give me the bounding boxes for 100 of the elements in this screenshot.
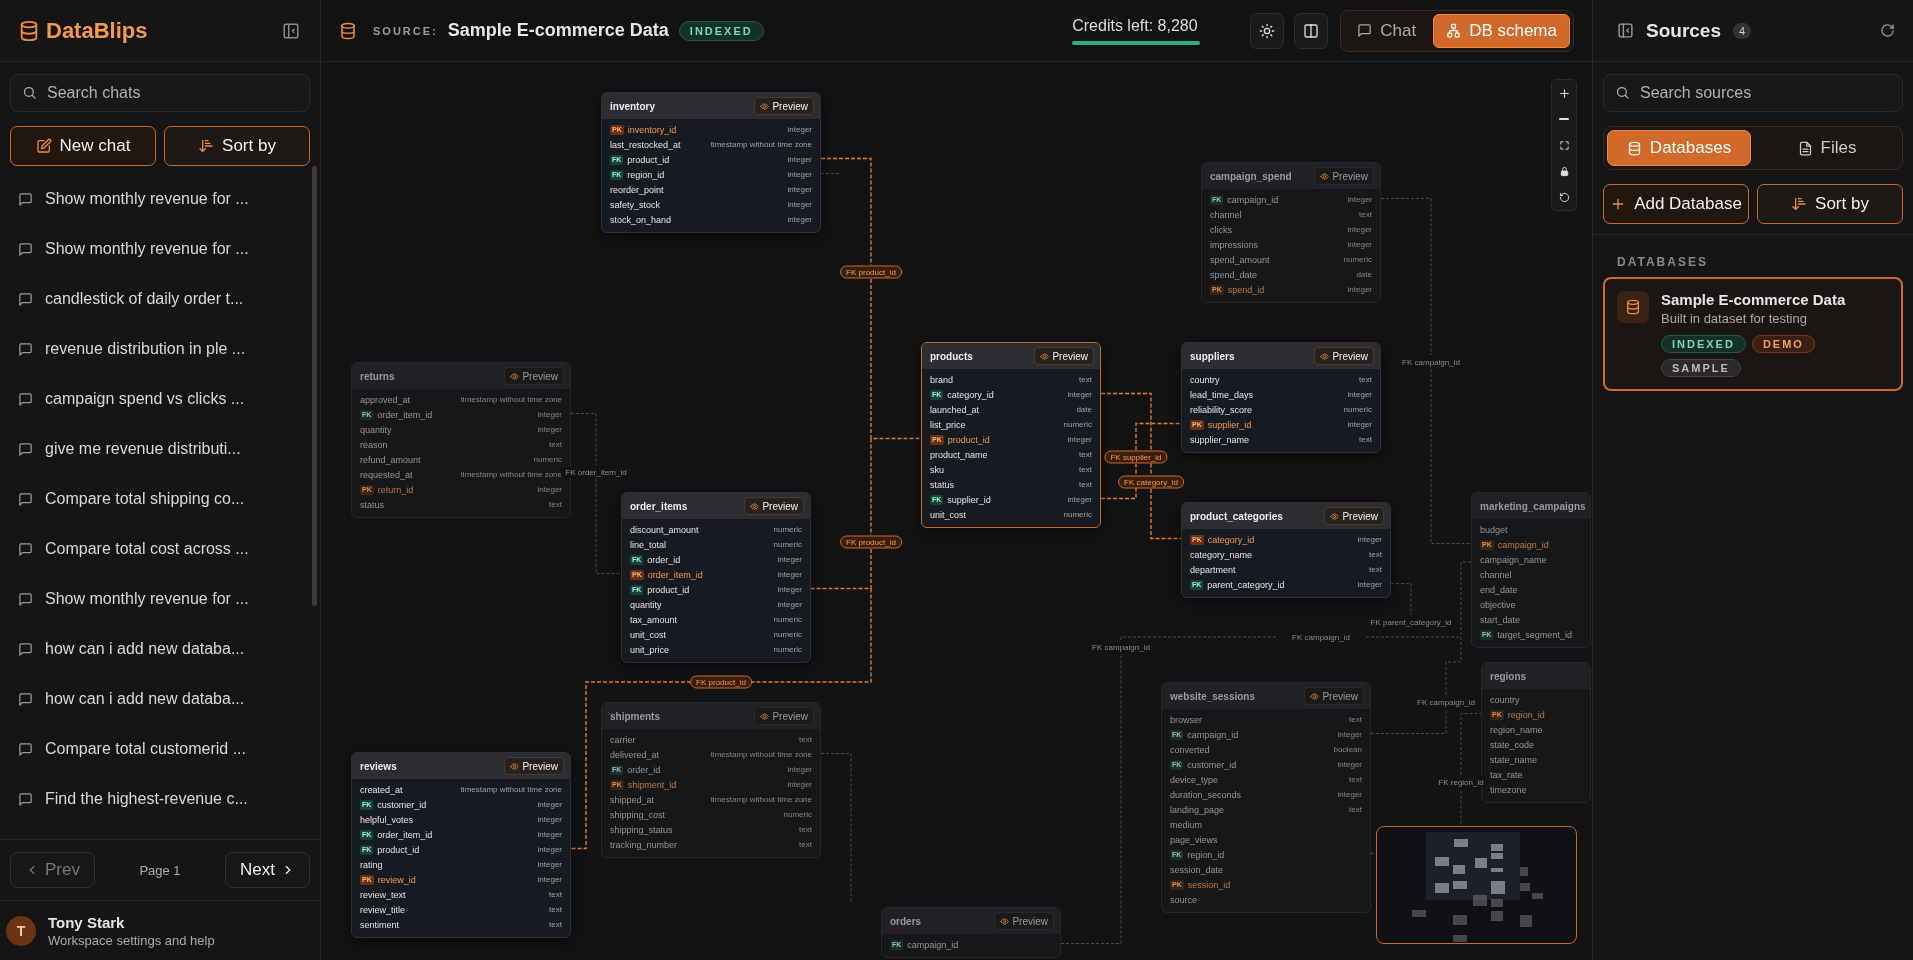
preview-button[interactable]: Preview: [1314, 167, 1374, 185]
column-type: integer: [777, 600, 802, 609]
column-type: integer: [787, 155, 812, 164]
column-type: integer: [1347, 225, 1372, 234]
chat-item[interactable]: give me revenue distributi...: [0, 424, 320, 474]
column-name: review_title: [360, 904, 406, 915]
user-avatar[interactable]: T: [6, 915, 36, 946]
preview-button[interactable]: Preview: [994, 912, 1054, 930]
chat-item[interactable]: campaign spend vs clicks ...: [0, 374, 320, 424]
sort-button[interactable]: Sort by: [164, 126, 310, 166]
source-tab[interactable]: Files: [1755, 130, 1899, 166]
user-name: Tony Stark: [48, 913, 126, 931]
column-name: customer_id: [377, 799, 427, 810]
table-name: product_categories: [1190, 510, 1283, 522]
table-card[interactable]: [601, 702, 821, 858]
column-name: unit_cost: [930, 509, 967, 520]
column-type: timestamp without time zone: [710, 140, 812, 149]
column-type: integer: [537, 485, 562, 494]
table-card[interactable]: [1161, 682, 1371, 913]
search-chats-field[interactable]: Search chats: [10, 74, 310, 112]
table-card[interactable]: [621, 492, 811, 663]
fit-view-icon: [1558, 139, 1570, 151]
column-type: integer: [1347, 390, 1372, 399]
next-page-button[interactable]: Next: [225, 852, 310, 888]
column-type: text: [1349, 775, 1362, 784]
column-name: region_name: [1490, 724, 1543, 735]
database-card[interactable]: Sample E-commerce Data Built in dataset for testing INDEXED DEMO SAMPLE: [1603, 277, 1903, 391]
column-name: channel: [1210, 209, 1242, 220]
preview-button[interactable]: Preview: [1324, 507, 1384, 525]
sort-button[interactable]: Sort by: [1757, 184, 1903, 224]
new-chat-button[interactable]: New chat: [10, 126, 156, 166]
preview-button[interactable]: Preview: [754, 97, 814, 115]
minus-icon: [1559, 118, 1569, 120]
column-type: numeric: [783, 810, 812, 819]
chat-item[interactable]: revenue distribution in ple ...: [0, 324, 320, 374]
chat-item[interactable]: Find the highest-revenue c...: [0, 774, 320, 824]
column-name: start_date: [1480, 614, 1521, 625]
preview-button[interactable]: Preview: [504, 757, 564, 775]
column-name: created_at: [360, 784, 403, 795]
minimap[interactable]: [1376, 826, 1577, 944]
chat-item[interactable]: candlestick of daily order t...: [0, 274, 320, 324]
database-icon: [1626, 140, 1642, 156]
column-name: target_segment_id: [1497, 629, 1572, 640]
database-description: Built in dataset for testing: [1661, 311, 1808, 326]
view-tab[interactable]: Chat: [1344, 13, 1430, 48]
preview-button[interactable]: Preview: [504, 367, 564, 385]
scrollbar[interactable]: [312, 166, 317, 606]
chat-item[interactable]: Show monthly revenue for ...: [0, 174, 320, 224]
plus-icon: [1557, 86, 1571, 100]
preview-button[interactable]: Preview: [1304, 687, 1364, 705]
chat-item[interactable]: Show monthly revenue for ...: [0, 574, 320, 624]
chat-item[interactable]: Show monthly revenue for ...: [0, 224, 320, 274]
preview-button[interactable]: Preview: [1034, 347, 1094, 365]
column-name: order_item_id: [377, 409, 433, 420]
chat-item[interactable]: Compare total cost across ...: [0, 524, 320, 574]
chat-item[interactable]: how can i add new databa...: [0, 674, 320, 724]
preview-button[interactable]: Preview: [1314, 347, 1374, 365]
preview-button[interactable]: Preview: [754, 707, 814, 725]
column-type: numeric: [1063, 420, 1092, 429]
column-type: numeric: [773, 630, 802, 639]
column-name: review_id: [377, 874, 416, 885]
column-type: text: [1359, 210, 1372, 219]
column-type: integer: [537, 800, 562, 809]
source-tab[interactable]: Databases: [1607, 130, 1751, 166]
column-name: unit_price: [630, 644, 670, 655]
add-database-button[interactable]: Add Database: [1603, 184, 1749, 224]
column-name: landing_page: [1170, 804, 1225, 815]
sort-icon: [198, 138, 215, 154]
chat-bubble-icon: [18, 591, 33, 607]
column-type: integer: [777, 555, 802, 564]
column-name: end_date: [1480, 584, 1518, 595]
chat-item[interactable]: Compare total shipping co...: [0, 474, 320, 524]
column-name: session_id: [1187, 879, 1231, 890]
preview-button[interactable]: Preview: [744, 497, 804, 515]
theme-toggle-button[interactable]: [1250, 12, 1285, 49]
layout-toggle-button[interactable]: [1294, 12, 1329, 49]
search-sources-field[interactable]: Search sources: [1603, 74, 1903, 112]
column-name: return_id: [377, 484, 414, 495]
eye-icon: [750, 501, 760, 511]
table-name: inventory: [610, 100, 655, 112]
column-name: product_id: [947, 434, 990, 445]
column-type: date: [1356, 270, 1372, 279]
column-type: timestamp without time zone: [710, 795, 812, 804]
chat-item[interactable]: Compare total customerid ...: [0, 724, 320, 774]
column-type: integer: [777, 585, 802, 594]
chat-item[interactable]: how can i add new databa...: [0, 624, 320, 674]
chat-bubble-icon: [1357, 23, 1373, 38]
column-type: numeric: [773, 645, 802, 654]
column-name: reorder_point: [610, 184, 664, 195]
column-name: browser: [1170, 714, 1202, 725]
chat-bubble-icon: [18, 191, 33, 207]
column-type: numeric: [773, 615, 802, 624]
table-card[interactable]: [351, 752, 571, 938]
column-name: timezone: [1490, 784, 1527, 795]
column-type: integer: [1067, 435, 1092, 444]
column-name: country: [1190, 374, 1220, 385]
eye-icon: [1320, 351, 1330, 361]
file-icon: [1797, 140, 1813, 156]
view-tab[interactable]: DB schema: [1433, 13, 1570, 48]
column-type: integer: [537, 860, 562, 869]
